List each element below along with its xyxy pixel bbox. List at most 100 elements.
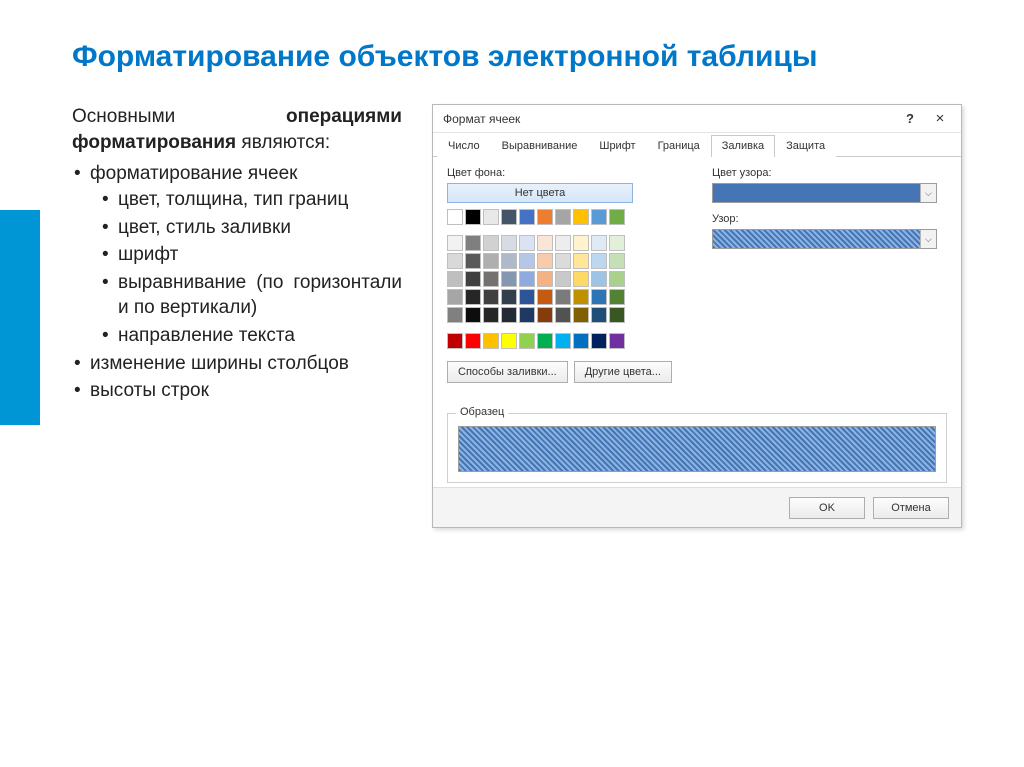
cancel-button[interactable]: Отмена	[873, 497, 949, 519]
color-swatch[interactable]	[447, 253, 463, 269]
color-swatch[interactable]	[591, 209, 607, 225]
color-swatch[interactable]	[555, 289, 571, 305]
color-swatch[interactable]	[573, 271, 589, 287]
color-swatch[interactable]	[537, 333, 553, 349]
text-column: Основными операциями форматирования явля…	[72, 104, 402, 528]
color-swatch[interactable]	[447, 289, 463, 305]
color-palette	[447, 209, 672, 349]
color-swatch[interactable]	[609, 253, 625, 269]
bullet-list: форматирование ячеек цвет, толщина, тип …	[72, 161, 402, 404]
color-swatch[interactable]	[519, 289, 535, 305]
color-swatch[interactable]	[465, 271, 481, 287]
color-swatch[interactable]	[501, 289, 517, 305]
color-swatch[interactable]	[591, 289, 607, 305]
help-icon[interactable]: ?	[895, 111, 925, 126]
color-swatch[interactable]	[555, 253, 571, 269]
ok-button[interactable]: OK	[789, 497, 865, 519]
color-swatch[interactable]	[573, 333, 589, 349]
tab-border[interactable]: Граница	[647, 135, 711, 157]
bullet-text: форматирование ячеек	[90, 163, 297, 184]
close-icon[interactable]: ×	[925, 110, 955, 127]
color-swatch[interactable]	[591, 253, 607, 269]
color-swatch[interactable]	[609, 289, 625, 305]
tab-alignment[interactable]: Выравнивание	[491, 135, 589, 157]
color-swatch[interactable]	[483, 235, 499, 251]
tab-number[interactable]: Число	[437, 135, 491, 157]
color-swatch[interactable]	[573, 289, 589, 305]
color-swatch[interactable]	[519, 253, 535, 269]
color-swatch[interactable]	[537, 289, 553, 305]
format-cells-dialog: Формат ячеек ? × Число Выравнивание Шриф…	[432, 104, 962, 528]
tab-fill[interactable]: Заливка	[711, 135, 775, 157]
color-swatch[interactable]	[501, 209, 517, 225]
color-swatch[interactable]	[483, 271, 499, 287]
color-swatch[interactable]	[483, 209, 499, 225]
color-swatch[interactable]	[573, 209, 589, 225]
color-swatch[interactable]	[465, 333, 481, 349]
color-swatch[interactable]	[555, 209, 571, 225]
intro-suffix: являются:	[236, 132, 330, 153]
color-swatch[interactable]	[447, 209, 463, 225]
color-swatch[interactable]	[573, 235, 589, 251]
color-swatch[interactable]	[591, 333, 607, 349]
color-swatch[interactable]	[483, 253, 499, 269]
color-swatch[interactable]	[519, 209, 535, 225]
color-swatch[interactable]	[519, 333, 535, 349]
tab-font[interactable]: Шрифт	[588, 135, 646, 157]
color-swatch[interactable]	[537, 235, 553, 251]
color-swatch[interactable]	[465, 289, 481, 305]
color-swatch[interactable]	[537, 307, 553, 323]
pattern-section: Цвет узора: ⌵ Узор: ⌵	[712, 167, 947, 383]
color-swatch[interactable]	[537, 253, 553, 269]
color-swatch[interactable]	[609, 209, 625, 225]
color-swatch[interactable]	[501, 333, 517, 349]
color-swatch[interactable]	[465, 235, 481, 251]
color-swatch[interactable]	[447, 333, 463, 349]
color-swatch[interactable]	[483, 289, 499, 305]
color-swatch[interactable]	[537, 271, 553, 287]
color-swatch[interactable]	[519, 235, 535, 251]
other-colors-button[interactable]: Другие цвета...	[574, 361, 672, 383]
list-item: шрифт	[118, 242, 402, 268]
color-swatch[interactable]	[447, 307, 463, 323]
color-swatch[interactable]	[591, 307, 607, 323]
color-swatch[interactable]	[501, 253, 517, 269]
color-swatch[interactable]	[609, 333, 625, 349]
list-item: форматирование ячеек цвет, толщина, тип …	[90, 161, 402, 348]
color-swatch[interactable]	[519, 271, 535, 287]
color-swatch[interactable]	[447, 271, 463, 287]
color-swatch[interactable]	[519, 307, 535, 323]
color-swatch[interactable]	[483, 333, 499, 349]
color-swatch[interactable]	[555, 271, 571, 287]
color-swatch[interactable]	[591, 235, 607, 251]
color-swatch[interactable]	[609, 235, 625, 251]
pattern-style-label: Узор:	[712, 213, 947, 225]
color-swatch[interactable]	[483, 307, 499, 323]
color-swatch[interactable]	[573, 307, 589, 323]
color-swatch[interactable]	[465, 209, 481, 225]
color-swatch[interactable]	[465, 253, 481, 269]
color-swatch[interactable]	[591, 271, 607, 287]
list-item: направление текста	[118, 323, 402, 349]
color-swatch[interactable]	[555, 307, 571, 323]
color-swatch[interactable]	[573, 253, 589, 269]
color-swatch[interactable]	[555, 333, 571, 349]
no-color-button[interactable]: Нет цвета	[447, 183, 633, 203]
color-swatch[interactable]	[609, 271, 625, 287]
dialog-footer: OK Отмена	[433, 487, 961, 527]
color-swatch[interactable]	[555, 235, 571, 251]
dialog-title: Формат ячеек	[443, 112, 895, 126]
fill-methods-button[interactable]: Способы заливки...	[447, 361, 568, 383]
chevron-down-icon: ⌵	[920, 184, 936, 202]
color-swatch[interactable]	[501, 271, 517, 287]
color-swatch[interactable]	[501, 235, 517, 251]
sample-label: Образец	[456, 406, 508, 418]
color-swatch[interactable]	[465, 307, 481, 323]
pattern-style-dropdown[interactable]: ⌵	[712, 229, 937, 249]
color-swatch[interactable]	[447, 235, 463, 251]
pattern-color-dropdown[interactable]: ⌵	[712, 183, 937, 203]
tab-protection[interactable]: Защита	[775, 135, 836, 157]
color-swatch[interactable]	[501, 307, 517, 323]
color-swatch[interactable]	[609, 307, 625, 323]
color-swatch[interactable]	[537, 209, 553, 225]
